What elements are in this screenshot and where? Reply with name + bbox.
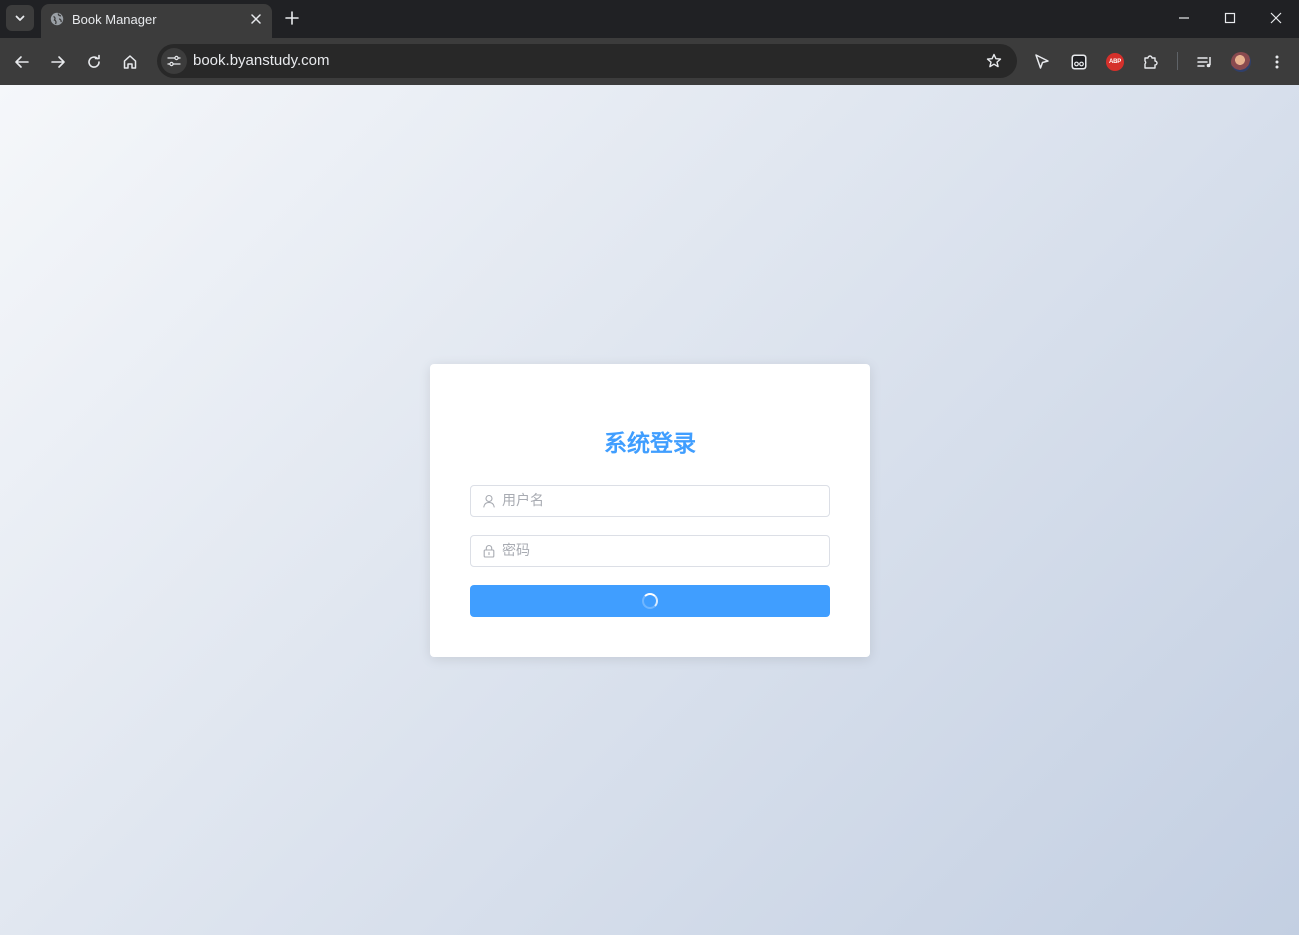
more-vertical-icon <box>1275 55 1279 69</box>
loading-spinner-icon <box>642 593 658 609</box>
extension-reader[interactable] <box>1067 50 1091 74</box>
arrow-left-icon <box>15 56 29 68</box>
page-viewport: 系统登录 <box>0 85 1299 935</box>
login-title: 系统登录 <box>604 430 696 456</box>
close-icon <box>1270 12 1282 24</box>
extension-adblock[interactable]: ABP <box>1103 50 1127 74</box>
site-info-button[interactable] <box>161 48 187 74</box>
reader-icon <box>1071 54 1087 70</box>
browser-menu-button[interactable] <box>1265 50 1289 74</box>
tab-title: Book Manager <box>72 12 157 27</box>
browser-toolbar: book.byanstudy.com ABP <box>0 38 1299 85</box>
login-button[interactable] <box>470 585 830 617</box>
login-card: 系统登录 <box>430 364 870 657</box>
tab-search-button[interactable] <box>6 5 34 31</box>
maximize-button[interactable] <box>1217 6 1243 30</box>
home-icon <box>123 55 137 69</box>
lock-icon <box>483 545 495 558</box>
extension-cursor[interactable] <box>1030 50 1054 74</box>
puzzle-icon <box>1144 55 1158 69</box>
tune-icon <box>167 55 181 67</box>
plus-icon <box>285 11 299 25</box>
back-button[interactable] <box>10 50 34 74</box>
address-bar[interactable]: book.byanstudy.com <box>157 44 1017 78</box>
chevron-down-icon <box>15 15 25 21</box>
profile-button[interactable] <box>1229 50 1253 74</box>
cursor-icon <box>1035 54 1049 69</box>
extensions-menu-button[interactable] <box>1139 50 1163 74</box>
username-field[interactable] <box>470 485 830 517</box>
forward-button[interactable] <box>46 50 70 74</box>
close-window-button[interactable] <box>1263 6 1289 30</box>
reload-icon <box>88 54 100 68</box>
minimize-icon <box>1179 17 1189 19</box>
username-input[interactable] <box>502 486 822 516</box>
arrow-right-icon <box>51 56 65 68</box>
avatar <box>1231 52 1251 72</box>
star-icon <box>986 53 1002 68</box>
toolbar-divider <box>1177 52 1178 70</box>
media-queue-icon <box>1197 57 1211 68</box>
new-tab-button[interactable] <box>282 8 302 28</box>
browser-tab[interactable]: Book Manager <box>41 4 272 38</box>
browser-titlebar: Book Manager <box>0 0 1299 38</box>
tab-close-button[interactable] <box>248 11 264 27</box>
adblock-icon: ABP <box>1106 53 1124 71</box>
minimize-button[interactable] <box>1171 6 1197 30</box>
password-field[interactable] <box>470 535 830 567</box>
media-control-button[interactable] <box>1193 50 1217 74</box>
globe-icon <box>50 12 64 26</box>
reload-button[interactable] <box>82 50 106 74</box>
close-icon <box>251 14 261 24</box>
maximize-icon <box>1224 12 1236 24</box>
home-button[interactable] <box>118 50 142 74</box>
bookmark-button[interactable] <box>985 52 1003 70</box>
password-input[interactable] <box>502 536 822 566</box>
user-icon <box>483 494 495 508</box>
address-url[interactable]: book.byanstudy.com <box>193 52 329 69</box>
